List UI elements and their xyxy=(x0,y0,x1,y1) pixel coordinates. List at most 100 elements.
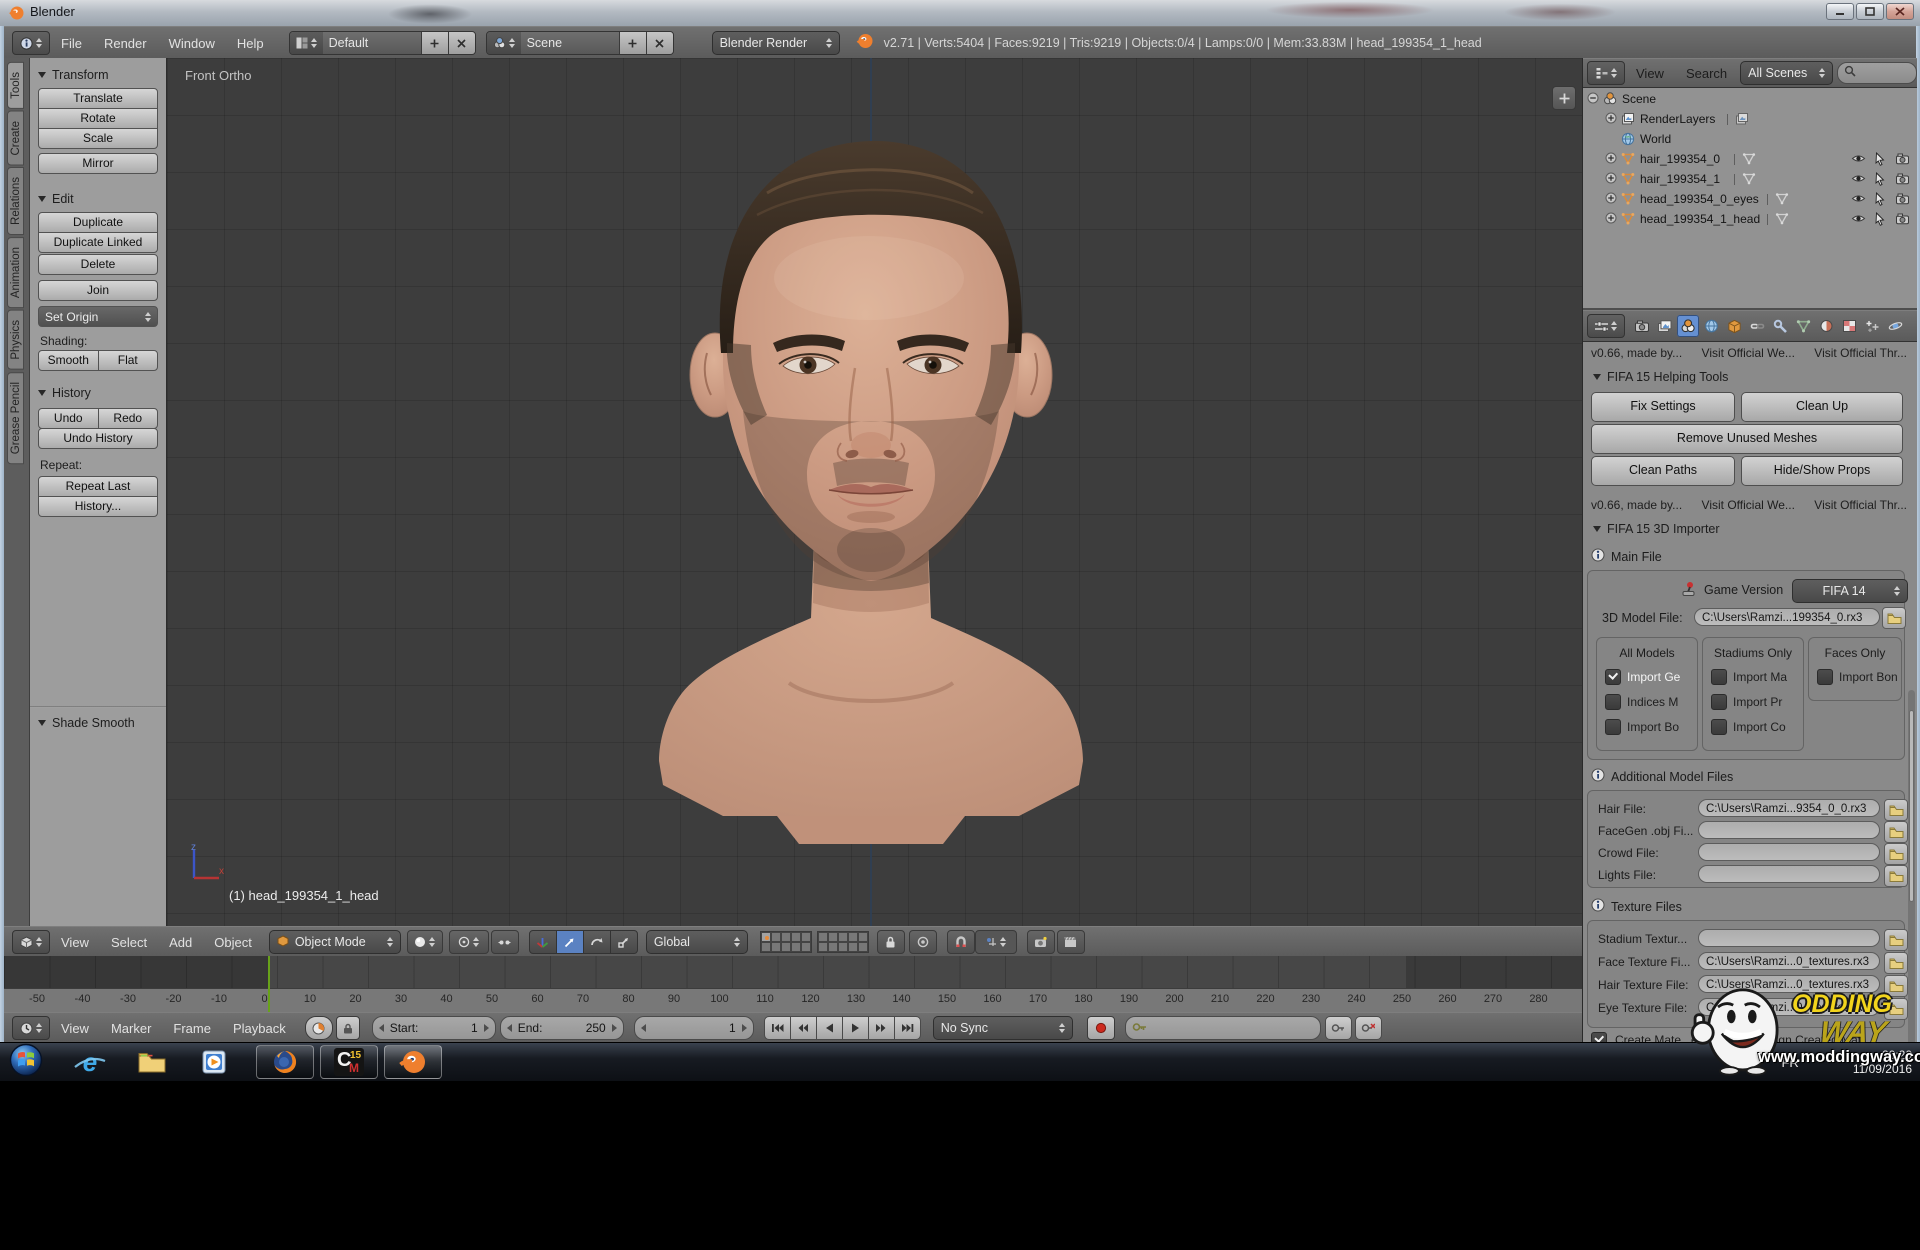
properties-tab-texture-icon[interactable] xyxy=(1838,315,1860,337)
clean-paths-button[interactable]: Clean Paths xyxy=(1591,456,1735,486)
properties-tab-render-layers-icon[interactable] xyxy=(1654,315,1676,337)
clean-up-button[interactable]: Clean Up xyxy=(1741,392,1903,422)
layers-grid-2[interactable] xyxy=(817,931,869,953)
blender-taskbar-icon[interactable] xyxy=(384,1045,442,1079)
folder-icon[interactable] xyxy=(1884,865,1908,887)
folder-icon[interactable] xyxy=(1884,929,1908,951)
current-frame-field[interactable]: 1 xyxy=(634,1016,754,1040)
start-button[interactable] xyxy=(8,1042,44,1083)
file-path-field[interactable]: C:\Users\Ramzi...9354_0_0.rx3 xyxy=(1698,799,1880,817)
jump-to-end-icon[interactable] xyxy=(894,1016,921,1040)
current-frame-indicator[interactable] xyxy=(268,956,270,1012)
restrict-eye-icon[interactable] xyxy=(1851,172,1866,187)
folder-icon[interactable] xyxy=(1884,843,1908,865)
game-version-dropdown[interactable]: FIFA 14 xyxy=(1792,579,1908,603)
timeline-keyframe-area[interactable] xyxy=(4,956,1582,988)
panel-header-transform[interactable]: Transform xyxy=(38,66,160,84)
import-option[interactable]: Import Pr xyxy=(1711,694,1803,710)
properties-tab-physics-icon[interactable] xyxy=(1884,315,1906,337)
properties-tab-scene-icon[interactable] xyxy=(1677,315,1699,337)
checkbox[interactable] xyxy=(1711,719,1727,735)
viewport-menu-view[interactable]: View xyxy=(50,935,100,950)
display-mode-dropdown[interactable]: All Scenes xyxy=(1740,61,1832,85)
expand-region-icon[interactable] xyxy=(1552,86,1576,110)
taskbar-clock[interactable]: 20:20 11/09/2016 xyxy=(1853,1048,1912,1076)
lock-time-icon[interactable] xyxy=(336,1016,360,1040)
file-path-field[interactable]: C:\Users\Ramzi...0_textures.rx3 xyxy=(1698,952,1880,970)
outliner-row[interactable]: hair_199354_1 xyxy=(1583,170,1913,189)
minimize-button[interactable] xyxy=(1826,3,1854,20)
tool-shelf-tab-tools[interactable]: Tools xyxy=(7,62,24,109)
render-animation-icon[interactable] xyxy=(1057,930,1085,954)
properties-scrollbar[interactable] xyxy=(1908,690,1915,1250)
import-option[interactable]: Indices M xyxy=(1605,694,1697,710)
tool-shelf-tab-animation[interactable]: Animation xyxy=(7,237,24,308)
translate-manipulator-icon[interactable] xyxy=(556,930,584,954)
firefox-icon[interactable] xyxy=(256,1045,314,1079)
3d-viewport[interactable]: Front Ortho (1) head_199354_1_head z x xyxy=(167,58,1582,926)
file-path-field[interactable]: C:\Users\Ramzi...0_textures.rx3 xyxy=(1698,998,1880,1016)
flat-button[interactable]: Flat xyxy=(98,350,159,371)
record-icon[interactable] xyxy=(1087,1016,1115,1040)
properties-tab-constraints-icon[interactable] xyxy=(1746,315,1768,337)
close-scene-icon[interactable] xyxy=(646,32,673,54)
outliner-row[interactable]: hair_199354_0 xyxy=(1583,150,1913,169)
file-path-field[interactable] xyxy=(1698,821,1880,839)
editor-type-3dview-icon[interactable] xyxy=(12,930,50,954)
restrict-cursor-icon[interactable] xyxy=(1873,192,1888,207)
scene-selector[interactable]: Scene xyxy=(486,31,674,55)
language-indicator[interactable]: FR xyxy=(1781,1055,1798,1070)
timeline-menu-marker[interactable]: Marker xyxy=(100,1021,162,1036)
timeline-ruler[interactable]: -50-40-30-20-100102030405060708090100110… xyxy=(4,988,1582,1013)
editor-type-timeline-icon[interactable] xyxy=(12,1016,50,1040)
restrict-eye-icon[interactable] xyxy=(1851,212,1866,227)
credit-link[interactable]: v0.66, made by... xyxy=(1591,346,1682,360)
viewport-menu-add[interactable]: Add xyxy=(158,935,203,950)
manipulator-axes-icon[interactable] xyxy=(529,930,557,954)
timeline-menu-view[interactable]: View xyxy=(50,1021,100,1036)
viewport-menu-object[interactable]: Object xyxy=(203,935,263,950)
duplicate-button[interactable]: Duplicate xyxy=(38,212,158,233)
import-option[interactable]: Import Bo xyxy=(1605,719,1697,735)
folder-icon[interactable] xyxy=(1884,998,1908,1020)
folder-icon[interactable] xyxy=(1884,821,1908,843)
end-frame-field[interactable]: End: 250 xyxy=(500,1016,624,1040)
restrict-cursor-icon[interactable] xyxy=(1873,212,1888,227)
credit-link[interactable]: v0.66, made by... xyxy=(1591,498,1682,512)
translate-button[interactable]: Translate xyxy=(38,88,158,109)
add-layout-icon[interactable] xyxy=(421,32,448,54)
proportional-edit-icon[interactable] xyxy=(909,930,937,954)
menubar-menu-window[interactable]: Window xyxy=(158,36,226,51)
expander-icon[interactable] xyxy=(1605,152,1620,167)
tool-shelf-tab-physics[interactable]: Physics xyxy=(7,310,24,370)
credit-link[interactable]: Visit Official We... xyxy=(1702,346,1795,360)
close-layout-icon[interactable] xyxy=(448,32,475,54)
render-opengl-icon[interactable] xyxy=(1027,930,1055,954)
menubar-menu-render[interactable]: Render xyxy=(93,36,158,51)
insert-keyframe-icon[interactable] xyxy=(1325,1016,1352,1040)
outliner-row[interactable]: World xyxy=(1583,130,1913,149)
rotate-button[interactable]: Rotate xyxy=(38,108,158,129)
properties-tab-object-data-icon[interactable] xyxy=(1792,315,1814,337)
panel-header-shade-smooth[interactable]: Shade Smooth xyxy=(38,714,160,732)
viewport-shading-dropdown[interactable] xyxy=(407,930,443,954)
expander-icon[interactable] xyxy=(1605,212,1620,227)
screen-layout-value[interactable]: Default xyxy=(323,32,421,54)
add-scene-icon[interactable] xyxy=(619,32,646,54)
expander-icon[interactable] xyxy=(1605,192,1620,207)
manipulate-center-points-icon[interactable] xyxy=(491,930,519,954)
checkbox[interactable] xyxy=(1605,719,1621,735)
timeline-menu-frame[interactable]: Frame xyxy=(162,1021,222,1036)
outliner-menu-view[interactable]: View xyxy=(1625,66,1675,81)
credit-link[interactable]: Visit Official Thr... xyxy=(1814,498,1907,512)
menubar-menu-file[interactable]: File xyxy=(50,36,93,51)
scrollbar-thumb[interactable] xyxy=(1909,710,1914,902)
menubar-menu-help[interactable]: Help xyxy=(226,36,275,51)
restrict-camera-icon[interactable] xyxy=(1895,152,1910,167)
folder-icon[interactable] xyxy=(1882,607,1906,629)
delete-button[interactable]: Delete xyxy=(38,254,158,275)
title-bar[interactable]: Blender xyxy=(0,0,1920,27)
start-frame-field[interactable]: Start: 1 xyxy=(372,1016,496,1040)
tool-shelf-tab-create[interactable]: Create xyxy=(7,111,24,166)
tool-shelf-tab-grease-pencil[interactable]: Grease Pencil xyxy=(7,372,24,464)
